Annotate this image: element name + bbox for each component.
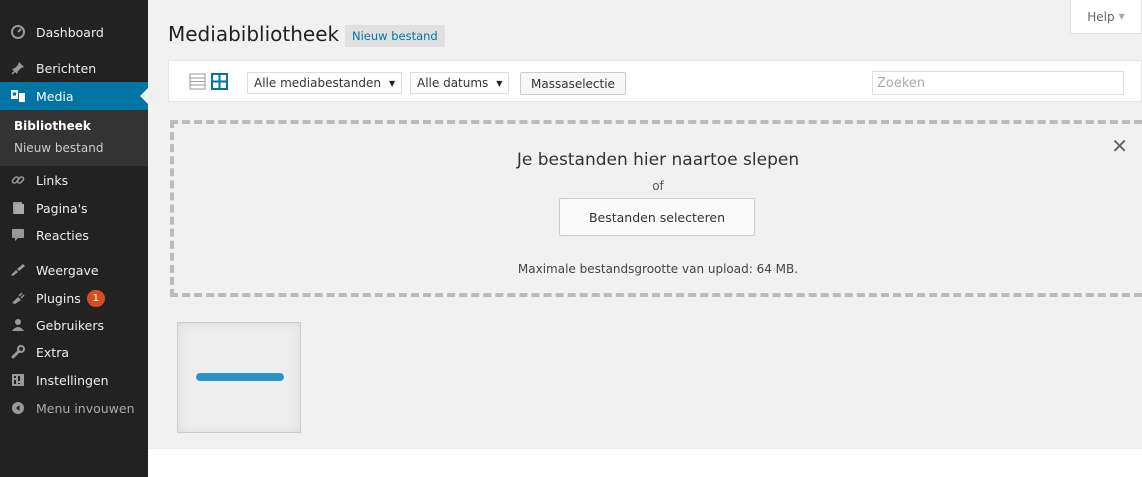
sidebar-item-plugins[interactable]: Plugins 1 [0,284,148,312]
sidebar-item-appearance[interactable]: Weergave [0,256,148,284]
collapse-icon [0,401,36,415]
date-filter[interactable]: Alle datums ▼ [410,72,510,94]
comment-icon [0,228,36,242]
upload-progress-fill [196,373,284,381]
submenu-item-library[interactable]: Bibliotheek [14,119,91,133]
chevron-down-icon: ▼ [1118,12,1125,21]
sidebar-item-label: Menu invouwen [36,400,135,416]
bulk-select-button[interactable]: Massaselectie [520,72,626,95]
search-input[interactable]: Zoeken [872,71,1124,95]
dropzone-or-label: of [652,179,664,193]
media-type-filter[interactable]: Alle mediabestanden ▼ [247,72,403,94]
brush-icon [0,263,36,277]
select-files-button[interactable]: Bestanden selecteren [559,198,755,236]
upload-dropzone[interactable]: ✕ Je bestanden hier naartoe slepen of Be… [170,120,1142,297]
sidebar-item-label: Links [36,172,69,188]
sidebar-item-tools[interactable]: Extra [0,338,148,366]
sidebar-item-media[interactable]: Media [0,82,148,110]
sidebar-item-label: Media [36,88,74,104]
main-content: Help ▼ Mediabibliotheek Nieuw bestand Al… [148,0,1142,449]
plugin-icon [0,291,36,305]
search-placeholder: Zoeken [877,75,926,91]
footer-strip [148,449,1142,477]
pages-icon [0,201,36,215]
max-upload-size: Maximale bestandsgrootte van upload: 64 … [517,262,799,276]
sidebar-item-label: Berichten [36,60,97,76]
sidebar-item-label: Pagina's [36,200,88,216]
media-toolbar: Alle mediabestanden ▼ Alle datums ▼ Mass… [168,60,1142,102]
upload-progress-bar [196,373,284,381]
sidebar-item-label: Dashboard [36,24,104,40]
dropdown-arrow-icon: ▼ [496,78,503,88]
sidebar-item-settings[interactable]: Instellingen [0,366,148,394]
sidebar-item-label: Plugins [36,290,81,306]
sidebar-item-posts[interactable]: Berichten [0,54,148,82]
page-title: Mediabibliotheek [168,22,340,46]
wrench-icon [0,345,36,359]
sidebar-item-comments[interactable]: Reacties [0,221,148,249]
settings-icon [0,373,36,387]
media-type-filter-value: Alle mediabestanden [254,76,381,90]
plugin-update-badge: 1 [86,289,105,307]
sidebar-item-label: Gebruikers [36,317,104,333]
uploading-attachment[interactable] [177,322,301,433]
sidebar-item-dashboard[interactable]: Dashboard [0,18,148,46]
sidebar-item-pages[interactable]: Pagina's [0,194,148,222]
help-label: Help [1087,9,1115,24]
sidebar-item-users[interactable]: Gebruikers [0,311,148,339]
sidebar-item-links[interactable]: Links [0,166,148,194]
link-icon [0,173,36,187]
pin-icon [0,61,36,75]
media-icon [0,89,36,103]
sidebar-item-label: Instellingen [36,372,109,388]
collapse-menu-button[interactable]: Menu invouwen [0,394,148,422]
grid-view-icon[interactable] [211,73,228,90]
sidebar-item-label: Weergave [36,262,99,278]
users-icon [0,318,36,332]
dropdown-arrow-icon: ▼ [388,78,396,88]
sidebar-item-label: Reacties [36,227,89,243]
dashboard-icon [0,25,36,39]
media-submenu: Bibliotheek Nieuw bestand [0,110,148,166]
help-tab[interactable]: Help ▼ [1070,0,1142,34]
date-filter-value: Alle datums [417,76,489,90]
admin-sidebar: Dashboard Berichten Media Bibliotheek Ni… [0,0,148,477]
dropzone-title: Je bestanden hier naartoe slepen [516,150,800,170]
sidebar-item-label: Extra [36,344,69,360]
add-new-button[interactable]: Nieuw bestand [345,25,445,47]
submenu-item-add-new[interactable]: Nieuw bestand [14,141,103,155]
list-view-icon[interactable] [189,73,206,90]
